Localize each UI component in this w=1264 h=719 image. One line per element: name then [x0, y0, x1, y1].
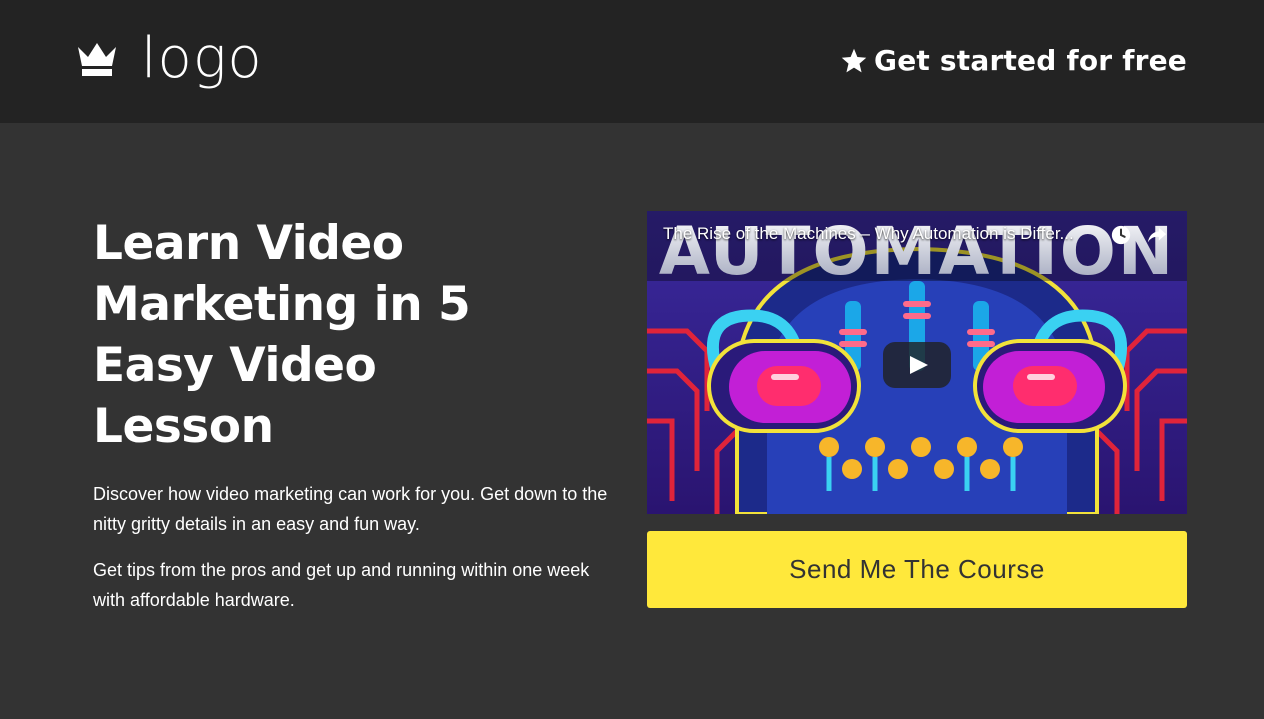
get-started-link[interactable]: Get started for free	[840, 40, 1187, 82]
video-player[interactable]: AUTOMATION The Rise of the Machines – Wh…	[647, 211, 1187, 514]
play-icon[interactable]	[883, 342, 951, 388]
logo-link[interactable]: logo	[77, 24, 263, 94]
get-started-label: Get started for free	[874, 44, 1187, 77]
hero-paragraph-1: Discover how video marketing can work fo…	[93, 484, 608, 534]
crown-icon	[78, 43, 116, 76]
video-title[interactable]: The Rise of the Machines – Why Automatio…	[663, 223, 1103, 245]
share-arrow-icon[interactable]	[1146, 224, 1168, 246]
clock-icon[interactable]	[1110, 224, 1132, 246]
site-header: logo Get started for free	[0, 0, 1264, 123]
star-icon	[841, 48, 867, 73]
logo-text: logo	[141, 26, 263, 91]
send-course-button[interactable]: Send Me The Course	[647, 531, 1187, 608]
hero-paragraph-2: Get tips from the pros and get up and ru…	[93, 560, 590, 610]
hero-title: Learn Video Marketing in 5 Easy Video Le…	[93, 216, 471, 454]
